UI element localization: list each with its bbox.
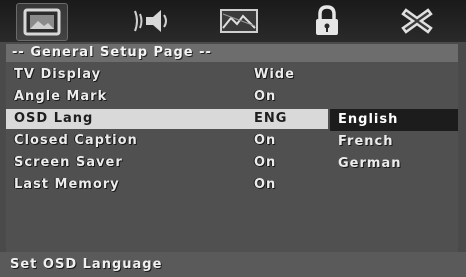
exit-icon[interactable] [392, 3, 442, 39]
language-option-list: English French German [330, 109, 458, 175]
option-german[interactable]: German [330, 153, 458, 175]
menu-item-last-memory[interactable]: Last Memory On [6, 174, 458, 196]
video-setup-icon[interactable] [214, 3, 264, 39]
menu-item-tv-display[interactable]: TV Display Wide [6, 64, 458, 86]
menu-item-angle-mark[interactable]: Angle Mark On [6, 86, 458, 108]
audio-setup-icon[interactable] [126, 3, 176, 39]
general-setup-icon[interactable] [16, 3, 68, 41]
option-french[interactable]: French [330, 131, 458, 153]
menu-item-label: OSD Lang [14, 111, 94, 126]
option-english[interactable]: English [330, 109, 458, 131]
menu-item-label: TV Display [14, 67, 102, 82]
menu-item-value: On [254, 89, 277, 104]
menu-item-value: On [254, 133, 277, 148]
menu-item-label: Closed Caption [14, 133, 138, 148]
menu-item-value: On [254, 177, 277, 192]
menu-item-label: Screen Saver [14, 155, 123, 170]
menu-item-value: Wide [254, 67, 295, 82]
menu-item-label: Last Memory [14, 177, 120, 192]
status-hint: Set OSD Language [0, 252, 466, 277]
page-title: -- General Setup Page -- [6, 44, 458, 62]
menu-item-value: ENG [254, 111, 288, 126]
menu-item-value: On [254, 155, 277, 170]
menu-item-label: Angle Mark [14, 89, 108, 104]
setup-tab-bar [0, 0, 466, 42]
dvd-setup-screen: -- General Setup Page -- TV Display Wide… [0, 0, 466, 277]
password-lock-icon[interactable] [302, 3, 352, 39]
